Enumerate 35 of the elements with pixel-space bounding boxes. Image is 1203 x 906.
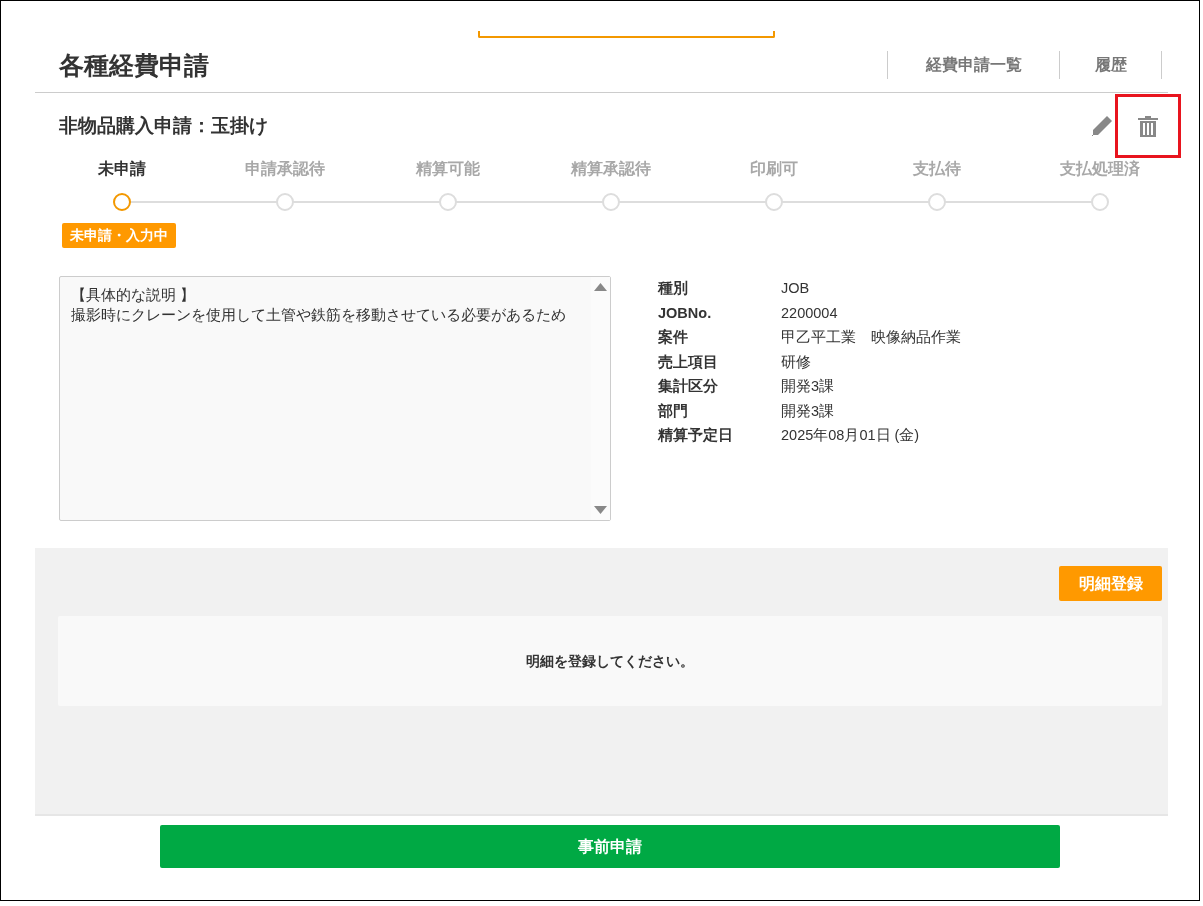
status-badge: 未申請・入力中 — [62, 223, 176, 248]
detail-label: JOBNo. — [658, 303, 713, 323]
delete-button[interactable] — [1138, 115, 1158, 137]
pencil-icon — [1091, 115, 1113, 137]
detail-label: 種別 — [658, 279, 689, 299]
detail-value: 開発3課 — [781, 401, 835, 421]
application-title: 非物品購入申請：玉掛け — [59, 114, 268, 138]
step-label: 支払処理済 — [1059, 159, 1140, 179]
detail-label: 精算予定日 — [658, 426, 734, 446]
detail-label: 部門 — [658, 401, 689, 421]
scroll-up-icon[interactable] — [594, 283, 607, 291]
detail-value: 研修 — [781, 352, 811, 372]
description-field[interactable]: 【具体的な説明 】 撮影時にクレーンを使用して土管や鉄筋を移動させている必要があるため — [59, 276, 611, 521]
detail-label: 集計区分 — [658, 377, 719, 397]
step-label: 精算承認待 — [570, 159, 651, 179]
nav-link[interactable]: 経費申請一覧 — [887, 51, 1059, 79]
step-label: 印刷可 — [749, 159, 798, 179]
submit-button[interactable]: 事前申請 — [160, 825, 1060, 868]
detail-value: 2025年08月01日 (金) — [781, 426, 920, 446]
step-label: 精算可能 — [415, 159, 480, 179]
scroll-down-icon[interactable] — [594, 506, 607, 514]
edit-button[interactable] — [1091, 115, 1113, 137]
step-label: 支払待 — [912, 159, 961, 179]
detail-value: 2200004 — [781, 303, 838, 323]
detail-value: JOB — [781, 279, 810, 299]
empty-message: 明細を登録してください。 — [526, 651, 694, 671]
detail-label: 売上項目 — [658, 352, 719, 372]
page-title: 各種経費申請 — [59, 50, 209, 80]
trash-icon — [1138, 115, 1158, 137]
nav-link[interactable]: 履歴 — [1059, 51, 1162, 79]
detail-label: 案件 — [658, 328, 689, 348]
step-label: 申請承認待 — [244, 159, 325, 179]
step-label: 未申請 — [97, 159, 146, 179]
detail-value: 開発3課 — [781, 377, 835, 397]
detail-value: 甲乙平工業 映像納品作業 — [781, 328, 961, 348]
